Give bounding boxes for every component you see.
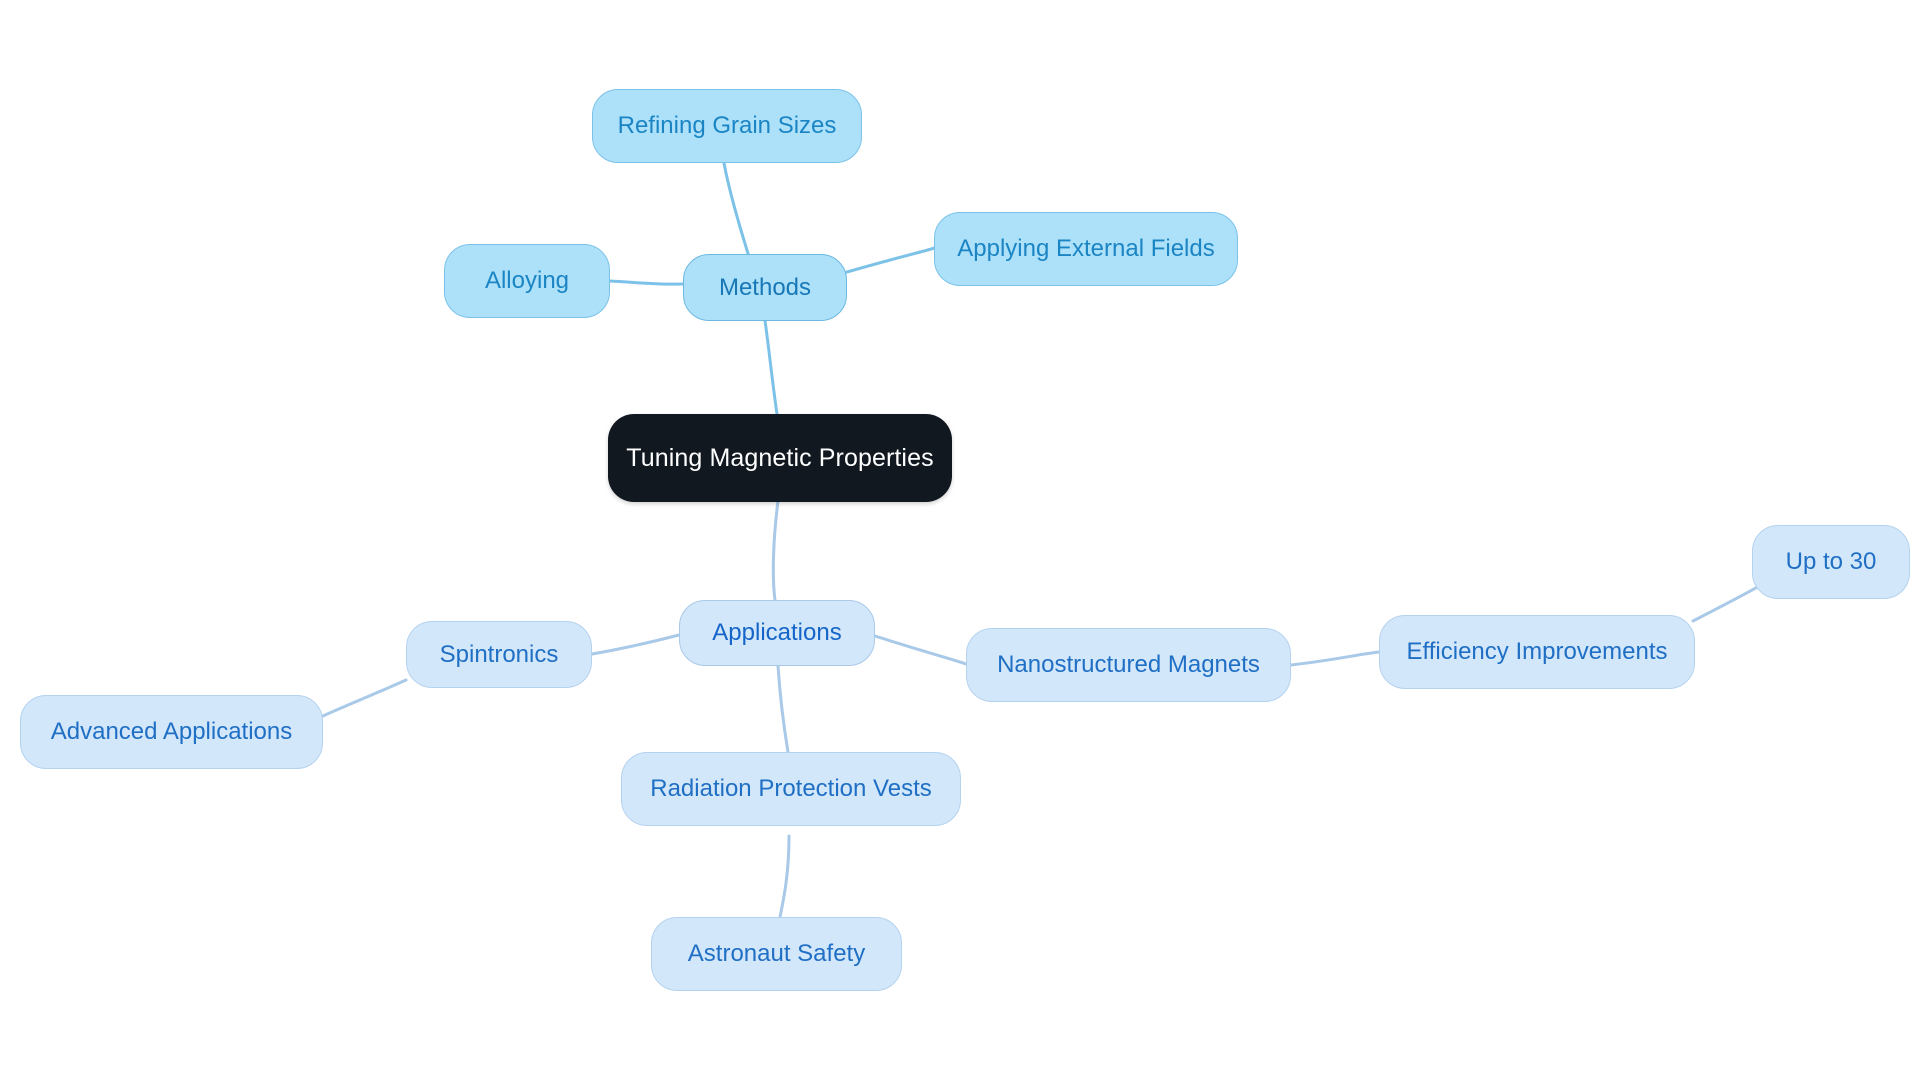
mindmap-node-radiation-protection-vests[interactable]: Radiation Protection Vests: [621, 752, 961, 826]
mindmap-node-efficiency-improvements[interactable]: Efficiency Improvements: [1379, 615, 1695, 689]
mindmap-node-alloying-label: Alloying: [484, 267, 570, 294]
mindmap-node-advanced-applications[interactable]: Advanced Applications: [20, 695, 323, 769]
edge-root-methods: [763, 319, 779, 416]
mindmap-node-radiation-protection-vests-label: Radiation Protection Vests: [650, 775, 932, 802]
mindmap-node-methods-label: Methods: [718, 273, 812, 301]
edge-radiation-protection-vests-astronaut-safety: [778, 834, 791, 919]
mindmap-node-astronaut-safety-label: Astronaut Safety: [687, 940, 866, 967]
mindmap-node-advanced-applications-label: Advanced Applications: [50, 718, 293, 745]
mindmap-node-applying-external-fields[interactable]: Applying External Fields: [934, 212, 1238, 286]
mindmap-node-applications[interactable]: Applications: [679, 600, 875, 666]
edge-spintronics-advanced-applications: [321, 678, 408, 718]
edge-methods-refining-grain-sizes: [722, 161, 753, 265]
edge-root-applications: [771, 499, 780, 602]
mindmap-node-methods[interactable]: Methods: [683, 254, 847, 321]
mindmap-canvas: Tuning Magnetic Properties Methods Refin…: [0, 0, 1920, 1083]
mindmap-node-applying-external-fields-label: Applying External Fields: [957, 235, 1215, 262]
edge-applications-nanostructured-magnets: [873, 634, 968, 666]
edge-applications-radiation-protection-vests: [776, 664, 790, 754]
mindmap-node-astronaut-safety[interactable]: Astronaut Safety: [651, 917, 902, 991]
mindmap-node-refining-grain-sizes[interactable]: Refining Grain Sizes: [592, 89, 862, 163]
mindmap-node-nanostructured-magnets-label: Nanostructured Magnets: [997, 651, 1260, 678]
edge-efficiency-improvements-up-to-30: [1691, 580, 1768, 623]
edge-applications-spintronics: [590, 633, 681, 656]
edge-methods-alloying: [608, 279, 685, 286]
mindmap-node-alloying[interactable]: Alloying: [444, 244, 610, 318]
mindmap-node-refining-grain-sizes-label: Refining Grain Sizes: [617, 112, 837, 139]
mindmap-edges: [321, 161, 1768, 919]
mindmap-node-applications-label: Applications: [712, 619, 842, 646]
mindmap-node-up-to-30[interactable]: Up to 30: [1752, 525, 1910, 599]
mindmap-node-root-label: Tuning Magnetic Properties: [626, 443, 934, 472]
mindmap-node-nanostructured-magnets[interactable]: Nanostructured Magnets: [966, 628, 1291, 702]
mindmap-node-root[interactable]: Tuning Magnetic Properties: [608, 414, 952, 502]
mindmap-node-spintronics-label: Spintronics: [439, 640, 559, 668]
mindmap-node-efficiency-improvements-label: Efficiency Improvements: [1406, 638, 1668, 665]
mindmap-node-up-to-30-label: Up to 30: [1785, 548, 1877, 575]
mindmap-node-spintronics[interactable]: Spintronics: [406, 621, 592, 688]
edge-methods-applying-external-fields: [845, 246, 936, 274]
edge-nanostructured-magnets-efficiency-improvements: [1289, 650, 1381, 667]
